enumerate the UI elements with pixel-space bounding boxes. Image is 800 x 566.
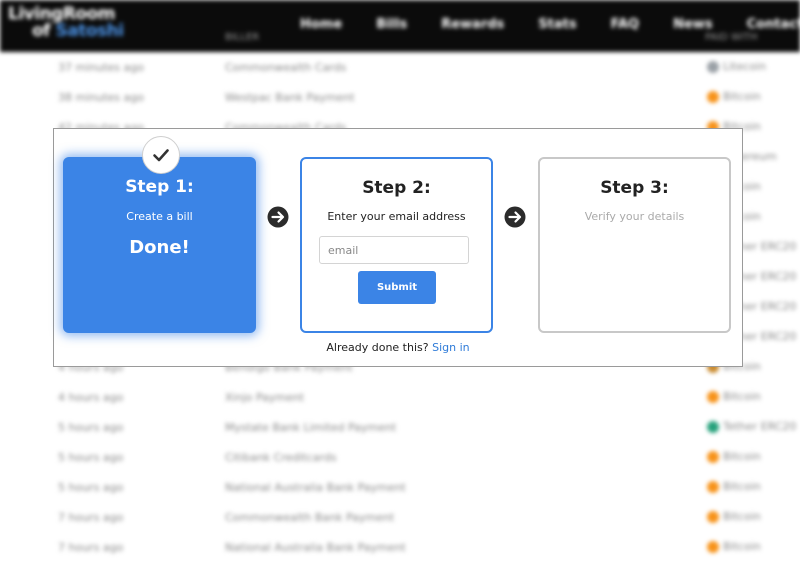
feed-time: 5 hours ago	[58, 481, 124, 494]
step-3-subtitle: Verify your details	[584, 210, 685, 223]
coin-icon	[707, 450, 719, 463]
arrow-right-circle-icon	[267, 206, 289, 228]
coin-icon	[707, 390, 719, 403]
step-1-subtitle: Create a bill	[126, 210, 193, 223]
feed-time: 38 minutes ago	[58, 91, 144, 104]
feed-row: 5 hours ago Mystate Bank Limited Payment T…	[0, 413, 800, 443]
feed-biller: Citibank Creditcards	[225, 451, 337, 464]
feed-coin-name: Bitcoin	[723, 450, 761, 463]
nav-contact[interactable]: Contact	[747, 17, 800, 32]
feed-coin: Bitcoin	[707, 510, 761, 523]
feed-coin-name: Bitcoin	[723, 90, 761, 103]
navbar: LivingRoom of Satoshi Home Bills Rewards…	[0, 0, 800, 52]
feed-coin-name: Litecoin	[723, 60, 767, 73]
feed-biller: Mystate Bank Limited Payment	[225, 421, 397, 434]
feed-biller: National Australia Bank Payment	[225, 541, 406, 554]
step-1-title: Step 1:	[125, 177, 194, 197]
feed-time: 7 hours ago	[58, 541, 124, 554]
step-2-subtitle: Enter your email address	[327, 210, 466, 223]
feed-coin: Bitcoin	[707, 480, 761, 493]
coin-icon	[707, 480, 719, 493]
feed-coin: Bitcoin	[707, 390, 761, 403]
submit-button[interactable]: Submit	[358, 271, 436, 304]
step-1-status: Done!	[129, 237, 190, 258]
coin-icon	[707, 90, 719, 103]
already-done-text: Already done this?	[326, 341, 429, 354]
feed-time: 4 hours ago	[58, 391, 124, 404]
step-3-title: Step 3:	[600, 178, 669, 198]
feed-row: 5 hours ago Citibank Creditcards Bitcoin	[0, 443, 800, 473]
feed-row: 5 hours ago National Australia Bank Payme…	[0, 473, 800, 503]
feed-coin: Tether ERC20	[707, 420, 796, 433]
feed-coin-name: Bitcoin	[723, 480, 761, 493]
feed-row: 7 hours ago Commonwealth Bank Payment Bitc…	[0, 503, 800, 533]
step-2-title: Step 2:	[362, 178, 431, 198]
nav-links: Home Bills Rewards Stats FAQ News Contac…	[300, 17, 800, 32]
nav-home[interactable]: Home	[300, 17, 342, 32]
coin-icon	[707, 60, 719, 73]
feed-row: 37 minutes ago Commonwealth Cards Litecoin	[0, 53, 800, 83]
feed-coin-name: Bitcoin	[723, 390, 761, 403]
step-2-card: Step 2: Enter your email address Submit	[300, 157, 493, 333]
feed-row: 38 minutes ago Westpac Bank Payment Bitcoi…	[0, 83, 800, 113]
logo[interactable]: LivingRoom of Satoshi	[8, 6, 124, 40]
arrow-right-circle-icon	[504, 206, 526, 228]
feed-col-biller: BILLER	[225, 32, 260, 43]
email-input[interactable]	[319, 236, 469, 264]
logo-accent: Satoshi	[55, 21, 125, 41]
feed-coin: Litecoin	[707, 60, 766, 73]
feed-biller: Commonwealth Bank Payment	[225, 511, 395, 524]
nav-bills[interactable]: Bills	[376, 17, 407, 32]
logo-line2: of Satoshi	[8, 23, 124, 40]
step-1-card: Step 1: Create a bill Done!	[63, 157, 256, 333]
feed-coin-name: Bitcoin	[723, 540, 761, 553]
feed-row: 4 hours ago Xinjo Payment Bitcoin	[0, 383, 800, 413]
feed-biller: National Australia Bank Payment	[225, 481, 406, 494]
onboarding-modal: Step 1: Create a bill Done! Step 2: Ente…	[53, 128, 743, 367]
feed-biller: Xinjo Payment	[225, 391, 305, 404]
feed-time: 5 hours ago	[58, 421, 124, 434]
feed-biller: Commonwealth Cards	[225, 61, 347, 74]
feed-coin-name: Bitcoin	[723, 510, 761, 523]
nav-faq[interactable]: FAQ	[611, 17, 640, 32]
feed-time: 7 hours ago	[58, 511, 124, 524]
feed-coin-name: Tether ERC20	[723, 420, 797, 433]
sign-in-link[interactable]: Sign in	[432, 341, 470, 354]
coin-icon	[707, 420, 719, 433]
nav-stats[interactable]: Stats	[538, 17, 576, 32]
feed-time: 37 minutes ago	[58, 61, 144, 74]
nav-rewards[interactable]: Rewards	[441, 17, 504, 32]
step-3-card: Step 3: Verify your details	[538, 157, 731, 333]
nav-news[interactable]: News	[673, 17, 712, 32]
feed-coin: Bitcoin	[707, 90, 761, 103]
feed-col-paid-with: PAID WITH	[705, 32, 758, 43]
already-done-line: Already done this? Sign in	[54, 341, 742, 354]
feed-coin: Bitcoin	[707, 540, 761, 553]
coin-icon	[707, 540, 719, 553]
feed-row: 7 hours ago National Australia Bank Payme…	[0, 533, 800, 563]
coin-icon	[707, 510, 719, 523]
feed-coin: Bitcoin	[707, 450, 761, 463]
feed-biller: Westpac Bank Payment	[225, 91, 355, 104]
logo-of: of	[32, 21, 51, 41]
feed-time: 5 hours ago	[58, 451, 124, 464]
check-icon	[142, 136, 180, 174]
